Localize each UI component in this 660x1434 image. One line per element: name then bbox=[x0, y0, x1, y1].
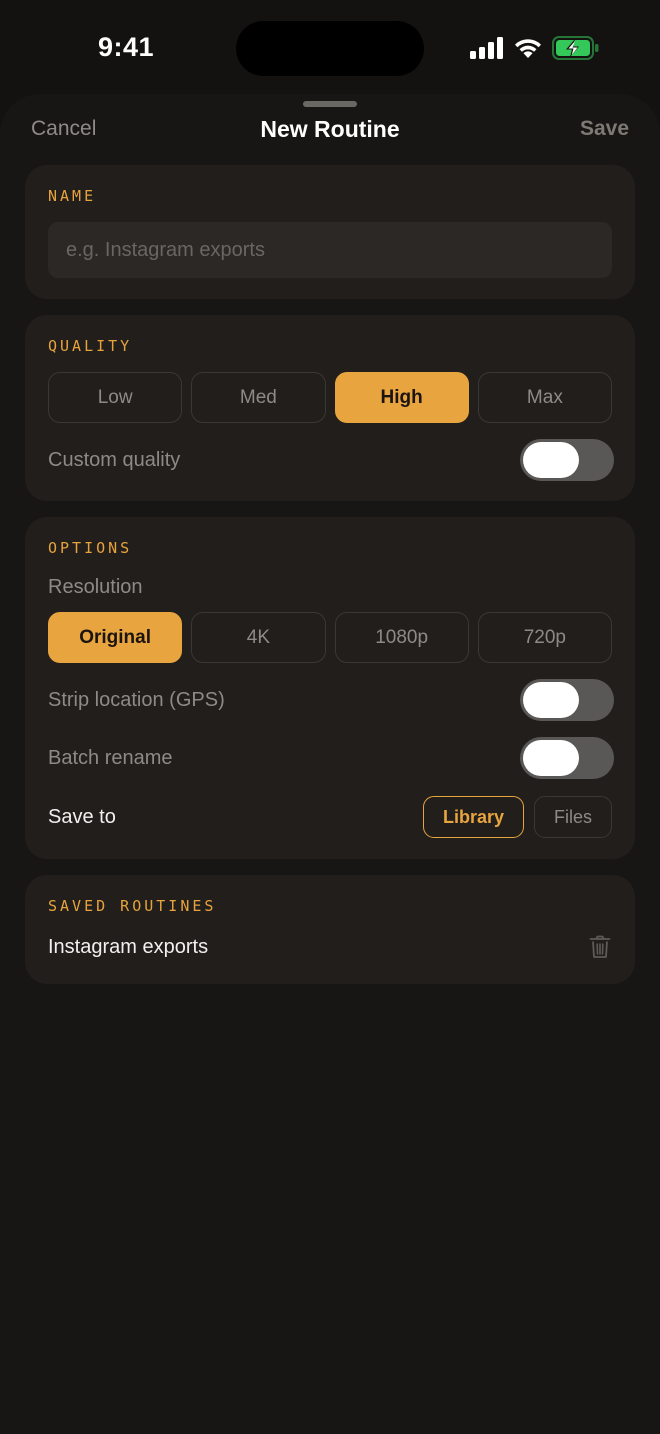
strip-location-toggle[interactable] bbox=[520, 679, 614, 721]
custom-quality-toggle[interactable] bbox=[520, 439, 614, 481]
toggle-knob bbox=[523, 740, 579, 776]
quality-option-max[interactable]: Max bbox=[477, 372, 612, 423]
batch-rename-label: Batch rename bbox=[48, 747, 173, 769]
strip-location-label: Strip location (GPS) bbox=[48, 689, 225, 711]
status-icons bbox=[470, 34, 600, 62]
name-card: NAME bbox=[25, 165, 635, 299]
new-routine-sheet: Cancel New Routine Save NAME QUALITY Low… bbox=[0, 94, 660, 1434]
resolution-segmented-control: Original 4K 1080p 720p bbox=[48, 612, 612, 663]
routine-name-input[interactable] bbox=[48, 222, 612, 278]
status-bar: 9:41 bbox=[0, 0, 660, 96]
toggle-knob bbox=[523, 442, 579, 478]
options-card: OPTIONS Resolution Original 4K 1080p 720… bbox=[25, 517, 635, 859]
quality-option-low[interactable]: Low bbox=[48, 372, 183, 423]
batch-rename-toggle[interactable] bbox=[520, 737, 614, 779]
quality-card: QUALITY Low Med High Max Custom quality bbox=[25, 315, 635, 501]
name-section-label: NAME bbox=[48, 187, 97, 205]
quality-segmented-control: Low Med High Max bbox=[48, 372, 612, 423]
wifi-icon bbox=[513, 37, 543, 59]
cellular-signal-icon bbox=[470, 37, 504, 59]
resolution-option-original[interactable]: Original bbox=[48, 612, 183, 663]
dynamic-island bbox=[236, 21, 424, 76]
battery-charging-icon bbox=[552, 36, 600, 60]
resolution-option-4k[interactable]: 4K bbox=[191, 612, 326, 663]
toggle-knob bbox=[523, 682, 579, 718]
sheet-grabber[interactable] bbox=[303, 101, 357, 107]
resolution-option-720p[interactable]: 720p bbox=[477, 612, 612, 663]
resolution-option-1080p[interactable]: 1080p bbox=[334, 612, 469, 663]
save-to-files-button[interactable]: Files bbox=[534, 796, 612, 838]
save-to-library-button[interactable]: Library bbox=[423, 796, 524, 838]
resolution-label: Resolution bbox=[48, 576, 143, 598]
custom-quality-label: Custom quality bbox=[48, 449, 181, 471]
quality-section-label: QUALITY bbox=[48, 337, 133, 355]
quality-option-high[interactable]: High bbox=[334, 372, 469, 423]
saved-routines-section-label: SAVED ROUTINES bbox=[48, 897, 217, 915]
nav-bar: Cancel New Routine Save bbox=[0, 114, 660, 144]
save-button[interactable]: Save bbox=[580, 117, 629, 141]
trash-icon[interactable] bbox=[589, 935, 611, 959]
saved-routines-card: SAVED ROUTINES Instagram exports bbox=[25, 875, 635, 984]
saved-routine-name[interactable]: Instagram exports bbox=[48, 936, 208, 959]
quality-option-med[interactable]: Med bbox=[191, 372, 326, 423]
status-time: 9:41 bbox=[98, 32, 155, 62]
page-title: New Routine bbox=[260, 116, 400, 142]
options-section-label: OPTIONS bbox=[48, 539, 133, 557]
save-to-label: Save to bbox=[48, 806, 116, 828]
